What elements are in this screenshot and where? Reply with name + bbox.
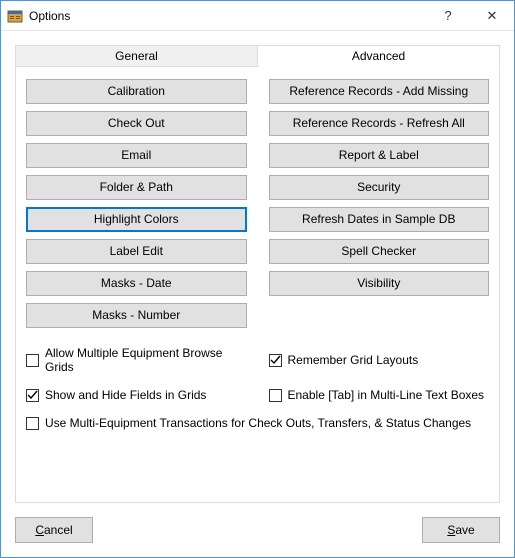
- page-body: General Advanced Calibration Reference R…: [1, 31, 514, 557]
- use-multi-equipment-checkbox[interactable]: Use Multi-Equipment Transactions for Che…: [26, 416, 489, 430]
- app-icon: [7, 8, 23, 24]
- help-button[interactable]: ?: [426, 1, 470, 30]
- checkbox-icon: [26, 417, 39, 430]
- window-title: Options: [29, 9, 426, 23]
- save-rest: ave: [455, 523, 474, 537]
- tabs: General Advanced: [15, 45, 500, 67]
- tab-general[interactable]: General: [15, 45, 258, 67]
- checkbox-label: Remember Grid Layouts: [288, 353, 419, 367]
- refresh-dates-button[interactable]: Refresh Dates in Sample DB: [269, 207, 490, 232]
- titlebar: Options ? ✕: [1, 1, 514, 31]
- checkbox-label: Use Multi-Equipment Transactions for Che…: [45, 416, 471, 430]
- tab-advanced[interactable]: Advanced: [258, 45, 500, 67]
- checkbox-icon: [269, 354, 282, 367]
- cancel-rest: ancel: [44, 523, 73, 537]
- checkbox-icon: [26, 354, 39, 367]
- report-label-button[interactable]: Report & Label: [269, 143, 490, 168]
- cancel-button[interactable]: Cancel: [15, 517, 93, 543]
- close-button[interactable]: ✕: [470, 1, 514, 30]
- cancel-mnemonic: C: [35, 523, 44, 537]
- checkbox-label: Show and Hide Fields in Grids: [45, 388, 206, 402]
- check-out-button[interactable]: Check Out: [26, 111, 247, 136]
- title-controls: ? ✕: [426, 1, 514, 30]
- footer: Cancel Save: [15, 503, 500, 543]
- checkbox-label: Allow Multiple Equipment Browse Grids: [45, 346, 247, 374]
- remember-grid-checkbox[interactable]: Remember Grid Layouts: [269, 346, 490, 374]
- checkbox-label: Enable [Tab] in Multi-Line Text Boxes: [288, 388, 485, 402]
- security-button[interactable]: Security: [269, 175, 490, 200]
- checkbox-icon: [269, 389, 282, 402]
- checkbox-icon: [26, 389, 39, 402]
- allow-multiple-checkbox[interactable]: Allow Multiple Equipment Browse Grids: [26, 346, 247, 374]
- masks-number-button[interactable]: Masks - Number: [26, 303, 247, 328]
- label-edit-button[interactable]: Label Edit: [26, 239, 247, 264]
- spell-checker-button[interactable]: Spell Checker: [269, 239, 490, 264]
- folder-path-button[interactable]: Folder & Path: [26, 175, 247, 200]
- reference-refresh-all-button[interactable]: Reference Records - Refresh All: [269, 111, 490, 136]
- show-hide-fields-checkbox[interactable]: Show and Hide Fields in Grids: [26, 388, 247, 402]
- empty-cell: [269, 303, 490, 328]
- advanced-panel: Calibration Reference Records - Add Miss…: [15, 67, 500, 503]
- calibration-button[interactable]: Calibration: [26, 79, 247, 104]
- option-button-grid: Calibration Reference Records - Add Miss…: [26, 79, 489, 328]
- footer-spacer: [101, 517, 414, 543]
- visibility-button[interactable]: Visibility: [269, 271, 490, 296]
- email-button[interactable]: Email: [26, 143, 247, 168]
- reference-add-missing-button[interactable]: Reference Records - Add Missing: [269, 79, 490, 104]
- highlight-colors-button[interactable]: Highlight Colors: [26, 207, 247, 232]
- checkbox-grid: Allow Multiple Equipment Browse Grids Re…: [26, 346, 489, 430]
- masks-date-button[interactable]: Masks - Date: [26, 271, 247, 296]
- save-button[interactable]: Save: [422, 517, 500, 543]
- enable-tab-checkbox[interactable]: Enable [Tab] in Multi-Line Text Boxes: [269, 388, 490, 402]
